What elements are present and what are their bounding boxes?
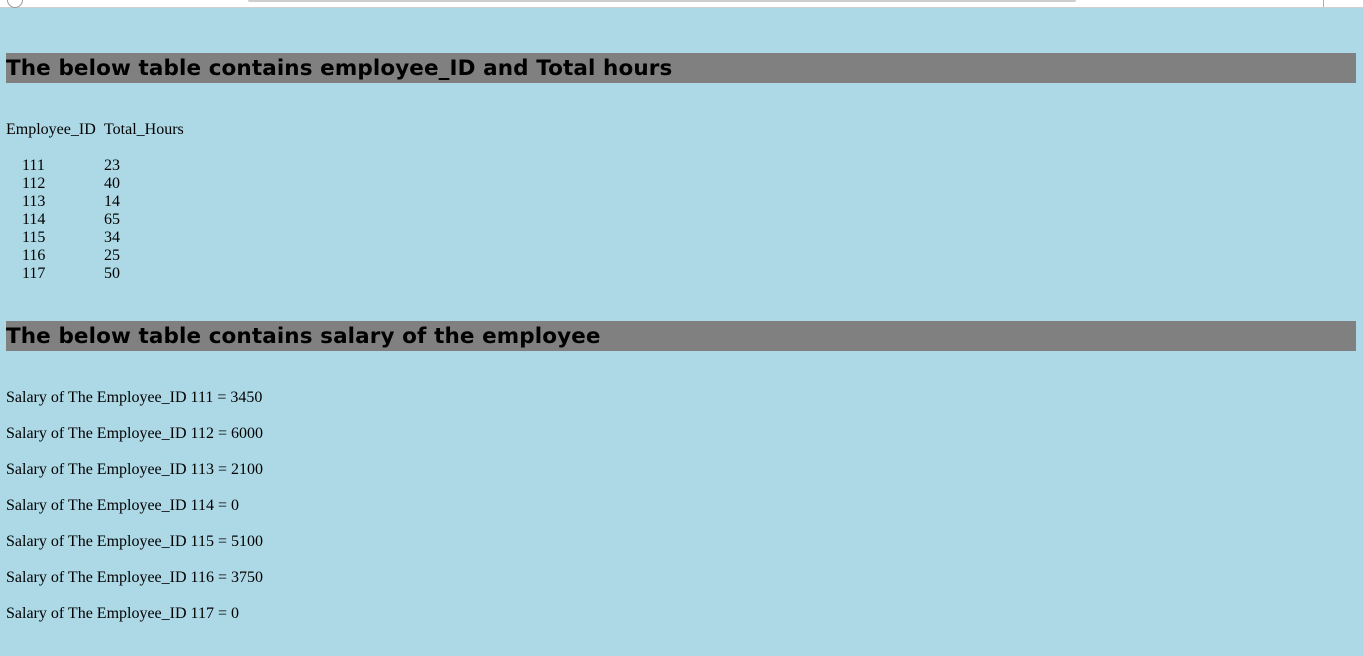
- employee-id-cell: 115: [22, 229, 46, 246]
- total-hours-cell: 25: [104, 247, 120, 264]
- salary-line: Salary of The Employee_ID 117 = 0: [6, 605, 239, 622]
- employee-id-cell: 114: [22, 211, 46, 228]
- horizontal-scrollbar[interactable]: [248, 0, 1076, 2]
- salary-line: Salary of The Employee_ID 111 = 3450: [6, 389, 263, 406]
- total-hours-cell: 65: [104, 211, 120, 228]
- total-hours-cell: 23: [104, 157, 120, 174]
- total-hours-cell: 34: [104, 229, 120, 246]
- column-header-employee-id: Employee_ID: [6, 121, 96, 138]
- browser-button-icon[interactable]: [7, 0, 23, 8]
- total-hours-cell: 50: [104, 265, 120, 282]
- employee-id-cell: 117: [22, 265, 46, 282]
- column-header-total-hours: Total_Hours: [104, 121, 184, 138]
- salary-line: Salary of The Employee_ID 114 = 0: [6, 497, 239, 514]
- hours-section-heading: The below table contains employee_ID and…: [6, 53, 1356, 83]
- salary-line: Salary of The Employee_ID 113 = 2100: [6, 461, 263, 478]
- salary-line: Salary of The Employee_ID 115 = 5100: [6, 533, 263, 550]
- toolbar-divider: [1323, 0, 1324, 7]
- salary-list: Salary of The Employee_ID 111 = 3450 Sal…: [6, 389, 263, 641]
- total-hours-cell: 14: [104, 193, 120, 210]
- salary-line: Salary of The Employee_ID 112 = 6000: [6, 425, 263, 442]
- salary-line: Salary of The Employee_ID 116 = 3750: [6, 569, 263, 586]
- total-hours-cell: 40: [104, 175, 120, 192]
- employee-id-cell: 116: [22, 247, 46, 264]
- employee-id-cell: 112: [22, 175, 46, 192]
- salary-section-heading: The below table contains salary of the e…: [6, 321, 1356, 351]
- employee-id-cell: 113: [22, 193, 46, 210]
- browser-top-strip: [0, 0, 1363, 8]
- employee-id-cell: 111: [22, 157, 45, 174]
